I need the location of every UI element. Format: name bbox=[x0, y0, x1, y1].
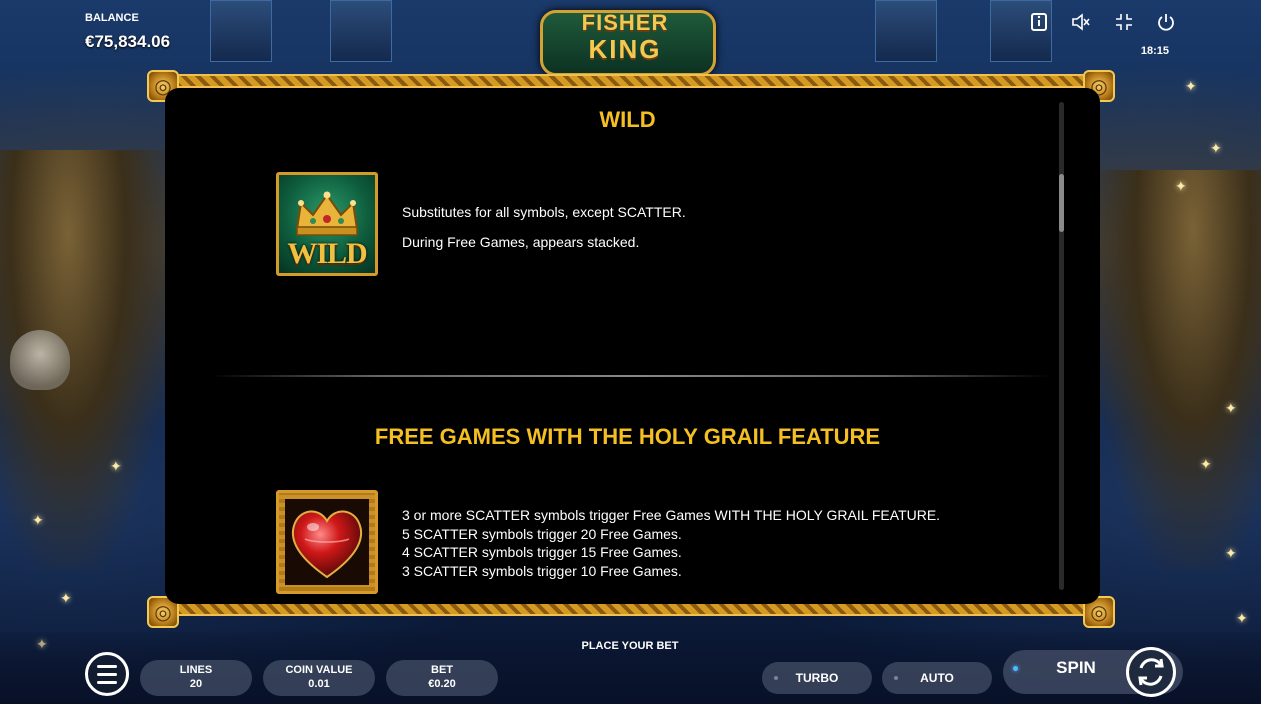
free-games-line: 3 SCATTER symbols trigger 10 Free Games. bbox=[402, 562, 682, 579]
sparkle-icon: ✦ bbox=[60, 590, 72, 606]
crown-icon bbox=[295, 191, 359, 236]
wild-line: During Free Games, appears stacked. bbox=[402, 234, 640, 250]
turbo-toggle[interactable]: TURBO bbox=[762, 662, 872, 694]
frame-border-bottom bbox=[152, 602, 1112, 616]
heart-icon bbox=[285, 499, 369, 585]
mute-icon[interactable] bbox=[1070, 12, 1090, 32]
pillar-decoration bbox=[210, 0, 272, 62]
sparkle-icon: ✦ bbox=[1225, 545, 1237, 561]
wild-line: Substitutes for all symbols, except SCAT… bbox=[402, 204, 686, 220]
section-divider bbox=[210, 375, 1050, 377]
turbo-label: TURBO bbox=[795, 671, 839, 685]
auto-label: AUTO bbox=[920, 671, 954, 685]
spin-label[interactable]: SPIN bbox=[1040, 658, 1112, 678]
hamburger-icon bbox=[97, 664, 117, 668]
wild-description: Substitutes for all symbols, except SCAT… bbox=[402, 200, 686, 254]
refresh-icon bbox=[1138, 658, 1164, 686]
free-games-section-title: FREE GAMES WITH THE HOLY GRAIL FEATURE bbox=[374, 424, 881, 449]
scatter-symbol bbox=[276, 490, 378, 594]
clock-time: 18:15 bbox=[1140, 45, 1169, 57]
free-games-line: 5 SCATTER symbols trigger 20 Free Games. bbox=[402, 525, 682, 542]
fullscreen-icon[interactable] bbox=[1114, 12, 1134, 32]
sparkle-icon: ✦ bbox=[1185, 78, 1197, 94]
sparkle-icon: ✦ bbox=[1236, 610, 1248, 626]
scrollbar-thumb[interactable] bbox=[1059, 174, 1064, 232]
bet-label: BET bbox=[431, 664, 453, 676]
lines-selector[interactable]: LINES 20 bbox=[140, 660, 252, 696]
skull-decoration bbox=[10, 330, 70, 390]
sparkle-icon: ✦ bbox=[1175, 178, 1187, 194]
treasure-pile-right bbox=[1091, 170, 1261, 570]
pillar-decoration bbox=[875, 0, 937, 62]
logo-line1: FISHER bbox=[581, 10, 669, 35]
spin-button[interactable] bbox=[1126, 647, 1176, 697]
wild-section-title: WILD bbox=[599, 107, 656, 132]
free-games-line: 4 SCATTER symbols trigger 15 Free Games. bbox=[402, 544, 682, 560]
coin-value-value: 0.01 bbox=[308, 678, 330, 690]
coin-value-selector[interactable]: COIN VALUE 0.01 bbox=[263, 660, 375, 696]
menu-button[interactable] bbox=[85, 652, 129, 696]
game-logo: FISHER KING bbox=[540, 4, 716, 76]
sparkle-icon: ✦ bbox=[1225, 400, 1237, 416]
free-games-line: 3 or more SCATTER symbols trigger Free G… bbox=[402, 507, 941, 523]
wild-symbol: WILD bbox=[276, 172, 378, 276]
sparkle-icon: ✦ bbox=[32, 512, 44, 528]
bet-selector[interactable]: BET €0.20 bbox=[386, 660, 498, 696]
pillar-decoration bbox=[330, 0, 392, 62]
spin-indicator bbox=[1013, 666, 1018, 671]
bet-value: €0.20 bbox=[428, 678, 456, 690]
info-icon[interactable] bbox=[1030, 12, 1050, 32]
sparkle-icon: ✦ bbox=[1210, 140, 1222, 156]
auto-toggle[interactable]: AUTO bbox=[882, 662, 992, 694]
lines-value: 20 bbox=[189, 678, 203, 690]
sparkle-icon: ✦ bbox=[1200, 456, 1212, 472]
free-games-description: 3 or more SCATTER symbols trigger Free G… bbox=[402, 506, 940, 580]
place-bet-message: PLACE YOUR BET bbox=[581, 640, 679, 652]
power-icon[interactable] bbox=[1156, 12, 1176, 32]
logo-line2: KING bbox=[588, 34, 662, 64]
lines-label: LINES bbox=[179, 664, 213, 676]
balance-value: €75,834.06 bbox=[85, 32, 171, 51]
balance-label: BALANCE bbox=[85, 12, 139, 24]
frame-border-top bbox=[152, 74, 1112, 88]
coin-value-label: COIN VALUE bbox=[285, 664, 353, 676]
sparkle-icon: ✦ bbox=[110, 458, 122, 474]
wild-symbol-label: WILD bbox=[287, 237, 367, 270]
